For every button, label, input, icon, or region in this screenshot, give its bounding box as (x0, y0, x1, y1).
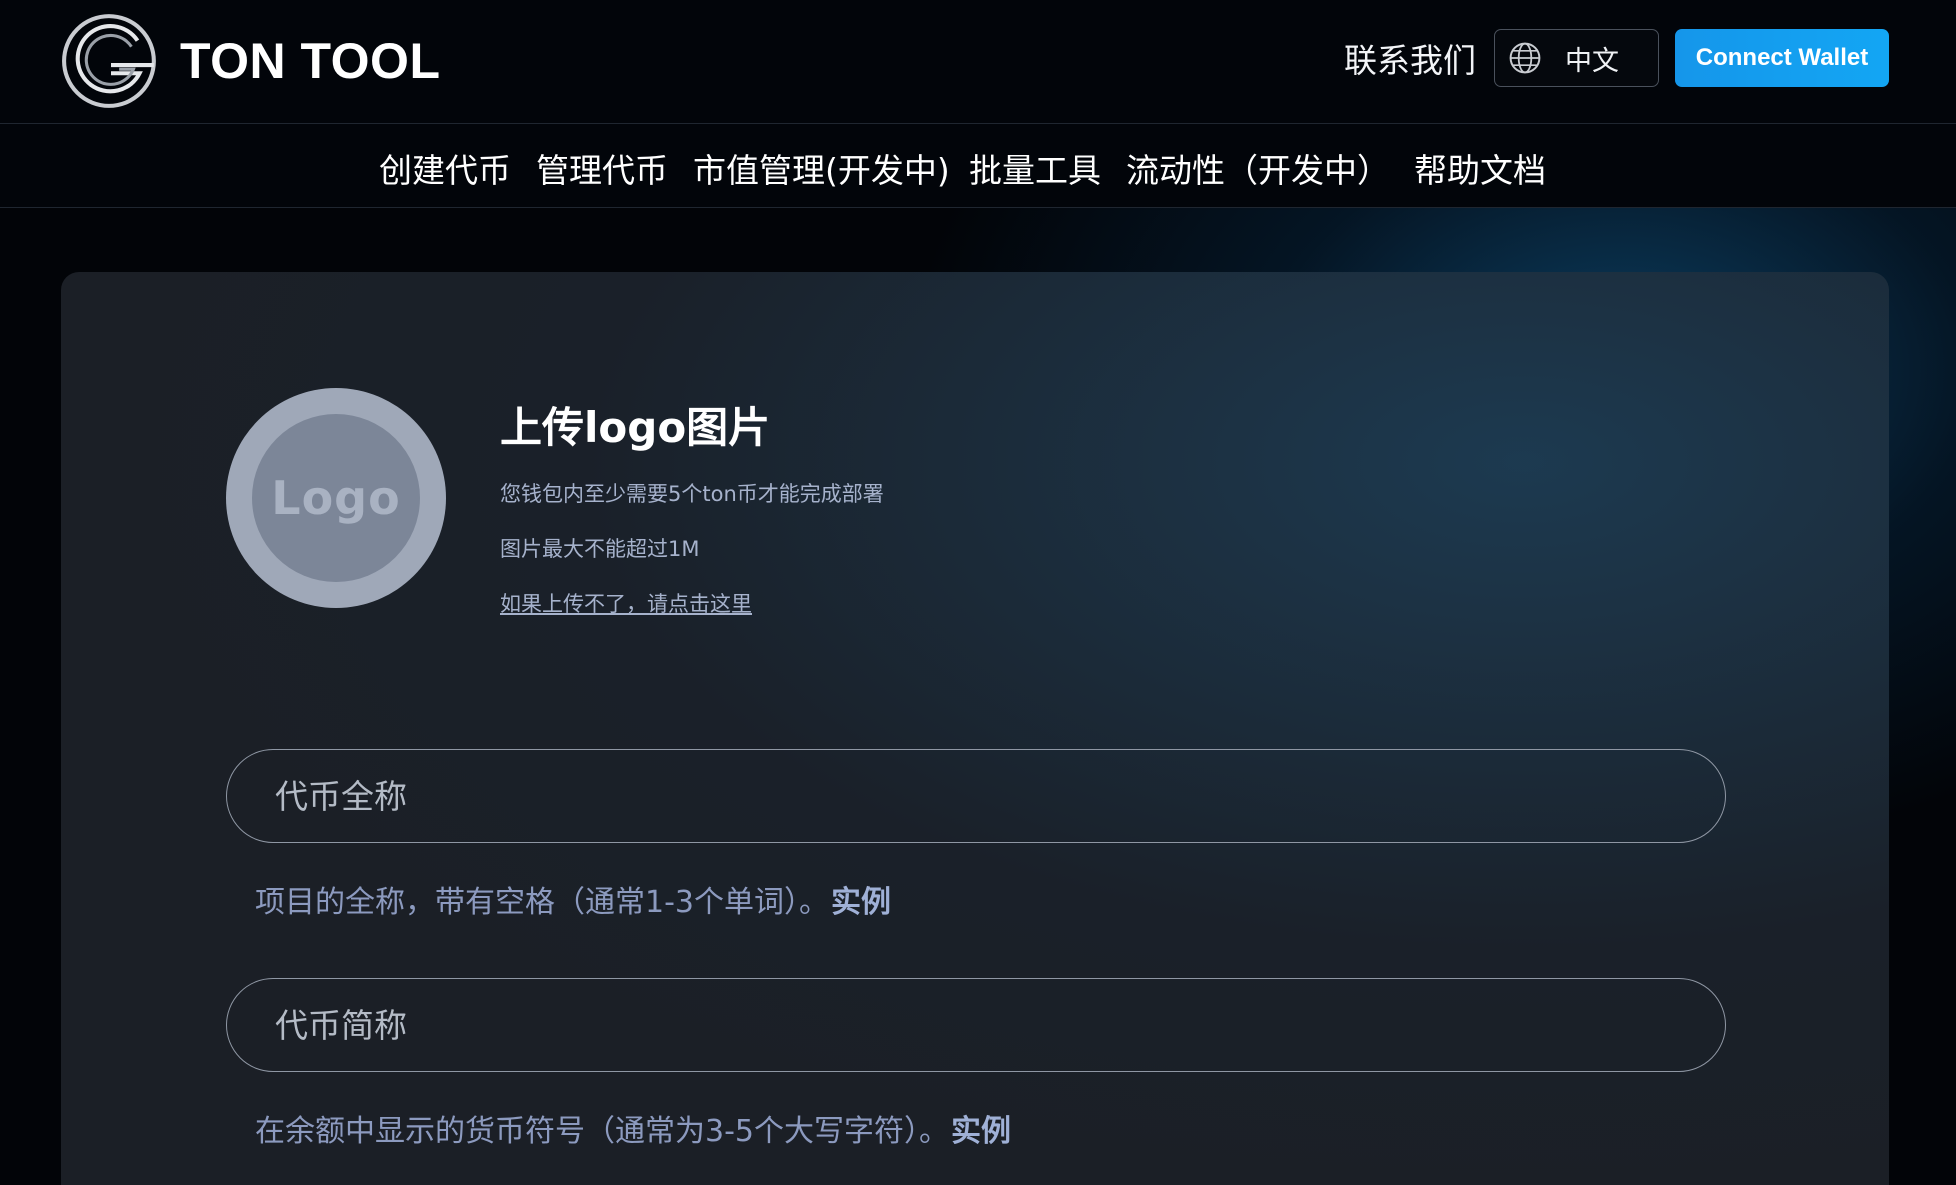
token-full-name-example-link[interactable]: 实例 (831, 885, 891, 920)
token-symbol-input[interactable] (226, 978, 1726, 1072)
token-symbol-help-text: 在余额中显示的货币符号（通常为3-5个大写字符）。 (255, 1114, 949, 1149)
token-full-name-help: 项目的全称，带有空格（通常1-3个单词）。实例 (255, 877, 891, 921)
globe-icon (1509, 42, 1541, 74)
upload-note-size: 图片最大不能超过1M (500, 537, 700, 561)
nav-item-market-cap[interactable]: 市值管理(开发中) (693, 144, 950, 192)
top-header: TON TOOL 联系我们 中文 Connect Wallet (0, 0, 1956, 124)
logo-placeholder-text: Logo (271, 471, 401, 525)
token-symbol-example-link[interactable]: 实例 (951, 1114, 1011, 1149)
upload-title: 上传logo图片 (500, 403, 771, 452)
upload-note-balance: 您钱包内至少需要5个ton币才能完成部署 (500, 482, 884, 506)
nav-item-help-docs[interactable]: 帮助文档 (1414, 144, 1546, 192)
language-selector[interactable]: 中文 (1494, 29, 1659, 87)
app-root: TON TOOL 联系我们 中文 Connect Wallet 创建代币 管理代… (0, 0, 1956, 1185)
token-symbol-help: 在余额中显示的货币符号（通常为3-5个大写字符）。实例 (255, 1106, 1011, 1150)
nav-item-create-token[interactable]: 创建代币 (379, 144, 511, 192)
logo-placeholder: Logo (252, 414, 420, 582)
token-full-name-help-text: 项目的全称，带有空格（通常1-3个单词）。 (255, 885, 829, 920)
language-label: 中文 (1565, 45, 1619, 77)
main-nav: 创建代币 管理代币 市值管理(开发中) 批量工具 流动性（开发中） 帮助文档 (0, 124, 1956, 208)
token-full-name-input[interactable] (226, 749, 1726, 843)
upload-help-link[interactable]: 如果上传不了，请点击这里 (500, 588, 752, 618)
nav-item-liquidity[interactable]: 流动性（开发中） (1126, 144, 1390, 192)
logo-upload-button[interactable]: Logo (226, 388, 446, 608)
brand-logo-icon (62, 14, 156, 108)
nav-item-manage-token[interactable]: 管理代币 (536, 144, 668, 192)
contact-us-link[interactable]: 联系我们 (1344, 34, 1476, 82)
create-token-card: Logo 上传logo图片 您钱包内至少需要5个ton币才能完成部署 图片最大不… (61, 272, 1889, 1185)
nav-item-batch-tools[interactable]: 批量工具 (969, 144, 1101, 192)
connect-wallet-button[interactable]: Connect Wallet (1675, 29, 1889, 87)
brand[interactable]: TON TOOL (60, 10, 441, 112)
brand-name: TON TOOL (180, 33, 441, 89)
